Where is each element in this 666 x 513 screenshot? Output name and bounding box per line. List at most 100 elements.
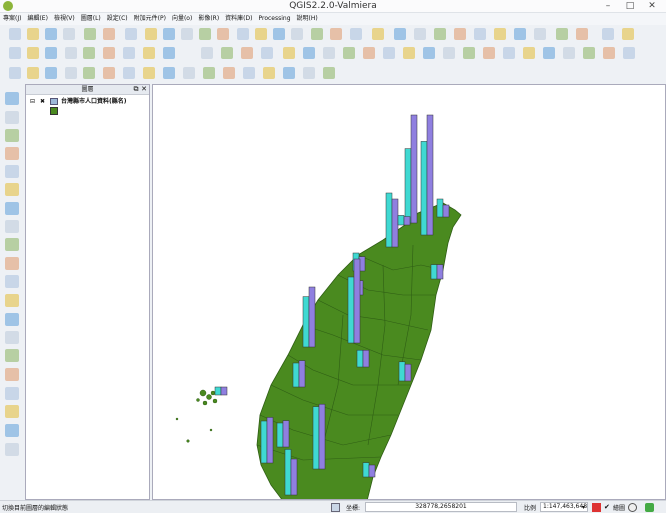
menu-project[interactable]: 專案(J) bbox=[0, 13, 24, 25]
scale-dropdown-icon[interactable]: ▾ bbox=[582, 504, 585, 511]
row2-tool-icon-16[interactable] bbox=[323, 47, 335, 59]
row2-tool-icon-6[interactable] bbox=[103, 47, 115, 59]
row3-tool-icon-1[interactable] bbox=[9, 67, 21, 79]
row1-tool-icon-14[interactable] bbox=[255, 28, 267, 40]
row3-tool-icon-17[interactable] bbox=[323, 67, 335, 79]
add-layer-tool-icon-12[interactable] bbox=[5, 294, 19, 307]
row1-tool-icon-17[interactable] bbox=[311, 28, 323, 40]
row1-tool-icon-16[interactable] bbox=[291, 28, 303, 40]
layer-item[interactable]: ⊟ ✖ 台灣縣市人口資料(縣名) bbox=[26, 97, 149, 107]
row3-tool-icon-11[interactable] bbox=[203, 67, 215, 79]
menu-help[interactable]: 說明(H) bbox=[294, 13, 321, 25]
add-layer-tool-icon-13[interactable] bbox=[5, 313, 19, 326]
menu-raster[interactable]: 影像(R) bbox=[195, 13, 222, 25]
map-canvas[interactable] bbox=[152, 84, 666, 500]
add-layer-tool-icon-11[interactable] bbox=[5, 275, 19, 288]
row3-tool-icon-6[interactable] bbox=[103, 67, 115, 79]
render-checkbox-icon[interactable]: ✔ bbox=[604, 503, 610, 511]
row1-tool-icon-31[interactable] bbox=[602, 28, 614, 40]
row1-tool-icon-9[interactable] bbox=[163, 28, 175, 40]
row3-tool-icon-15[interactable] bbox=[283, 67, 295, 79]
scale-combobox[interactable]: 1:147,463,648 bbox=[540, 502, 588, 512]
row2-tool-icon-12[interactable] bbox=[241, 47, 253, 59]
row2-tool-icon-17[interactable] bbox=[343, 47, 355, 59]
menu-database[interactable]: 資料庫(D) bbox=[222, 13, 255, 25]
row2-tool-icon-19[interactable] bbox=[383, 47, 395, 59]
row1-tool-icon-28[interactable] bbox=[534, 28, 546, 40]
add-layer-tool-icon-8[interactable] bbox=[5, 220, 19, 233]
row1-tool-icon-1[interactable] bbox=[9, 28, 21, 40]
row1-tool-icon-29[interactable] bbox=[556, 28, 568, 40]
row2-tool-icon-1[interactable] bbox=[9, 47, 21, 59]
row3-tool-icon-5[interactable] bbox=[83, 67, 95, 79]
row2-tool-icon-20[interactable] bbox=[403, 47, 415, 59]
add-layer-tool-icon-19[interactable] bbox=[5, 424, 19, 437]
row2-tool-icon-27[interactable] bbox=[543, 47, 555, 59]
row1-tool-icon-15[interactable] bbox=[273, 28, 285, 40]
row1-tool-icon-22[interactable] bbox=[414, 28, 426, 40]
row2-tool-icon-3[interactable] bbox=[45, 47, 57, 59]
row1-tool-icon-4[interactable] bbox=[63, 28, 75, 40]
add-layer-tool-icon-17[interactable] bbox=[5, 387, 19, 400]
close-button[interactable]: ✕ bbox=[642, 0, 662, 12]
coordinate-toggle-icon[interactable] bbox=[331, 503, 340, 512]
menu-plugins[interactable]: 附加元件(P) bbox=[131, 13, 169, 25]
row2-tool-icon-30[interactable] bbox=[603, 47, 615, 59]
row1-tool-icon-7[interactable] bbox=[125, 28, 137, 40]
menu-processing[interactable]: Processing bbox=[255, 13, 293, 25]
crs-icon[interactable] bbox=[592, 503, 601, 512]
row1-tool-icon-32[interactable] bbox=[622, 28, 634, 40]
stop-render-icon[interactable] bbox=[628, 503, 637, 512]
row2-tool-icon-25[interactable] bbox=[503, 47, 515, 59]
row3-tool-icon-13[interactable] bbox=[243, 67, 255, 79]
row1-tool-icon-27[interactable] bbox=[514, 28, 526, 40]
row2-tool-icon-18[interactable] bbox=[363, 47, 375, 59]
row1-tool-icon-6[interactable] bbox=[103, 28, 115, 40]
row2-tool-icon-5[interactable] bbox=[83, 47, 95, 59]
add-layer-tool-icon-1[interactable] bbox=[5, 92, 19, 105]
close-panel-button[interactable]: ✕ bbox=[140, 85, 148, 94]
row1-tool-icon-10[interactable] bbox=[181, 28, 193, 40]
add-layer-tool-icon-14[interactable] bbox=[5, 331, 19, 344]
float-panel-button[interactable]: ⧉ bbox=[132, 85, 140, 94]
row1-tool-icon-5[interactable] bbox=[84, 28, 96, 40]
row3-tool-icon-14[interactable] bbox=[263, 67, 275, 79]
row1-tool-icon-21[interactable] bbox=[394, 28, 406, 40]
menu-settings[interactable]: 設定(C) bbox=[104, 13, 131, 25]
row2-tool-icon-10[interactable] bbox=[201, 47, 213, 59]
menu-layer[interactable]: 圖層(L) bbox=[78, 13, 104, 25]
add-layer-tool-icon-15[interactable] bbox=[5, 349, 19, 362]
add-layer-tool-icon-6[interactable] bbox=[5, 183, 19, 196]
row2-tool-icon-15[interactable] bbox=[303, 47, 315, 59]
row1-tool-icon-11[interactable] bbox=[199, 28, 211, 40]
add-layer-tool-icon-3[interactable] bbox=[5, 129, 19, 142]
row1-tool-icon-2[interactable] bbox=[27, 28, 39, 40]
row2-tool-icon-29[interactable] bbox=[583, 47, 595, 59]
menu-edit[interactable]: 編輯(E) bbox=[24, 13, 50, 25]
row2-tool-icon-13[interactable] bbox=[261, 47, 273, 59]
minimize-button[interactable]: – bbox=[598, 0, 618, 12]
row2-tool-icon-28[interactable] bbox=[563, 47, 575, 59]
row2-tool-icon-26[interactable] bbox=[523, 47, 535, 59]
menu-view[interactable]: 檢視(V) bbox=[51, 13, 78, 25]
row2-tool-icon-23[interactable] bbox=[463, 47, 475, 59]
row3-tool-icon-10[interactable] bbox=[183, 67, 195, 79]
row1-tool-icon-19[interactable] bbox=[350, 28, 362, 40]
maximize-button[interactable]: □ bbox=[620, 0, 640, 12]
expand-icon[interactable]: ⊟ bbox=[30, 97, 35, 107]
row3-tool-icon-3[interactable] bbox=[45, 67, 57, 79]
menu-vector[interactable]: 向量(o) bbox=[169, 13, 195, 25]
add-layer-tool-icon-2[interactable] bbox=[5, 111, 19, 124]
add-layer-tool-icon-10[interactable] bbox=[5, 257, 19, 270]
row2-tool-icon-9[interactable] bbox=[163, 47, 175, 59]
messages-icon[interactable] bbox=[645, 503, 654, 512]
add-layer-tool-icon-7[interactable] bbox=[5, 202, 19, 215]
row1-tool-icon-26[interactable] bbox=[494, 28, 506, 40]
row3-tool-icon-9[interactable] bbox=[163, 67, 175, 79]
row1-tool-icon-20[interactable] bbox=[372, 28, 384, 40]
row2-tool-icon-22[interactable] bbox=[443, 47, 455, 59]
row2-tool-icon-11[interactable] bbox=[221, 47, 233, 59]
row1-tool-icon-8[interactable] bbox=[145, 28, 157, 40]
add-layer-tool-icon-18[interactable] bbox=[5, 405, 19, 418]
row1-tool-icon-12[interactable] bbox=[217, 28, 229, 40]
